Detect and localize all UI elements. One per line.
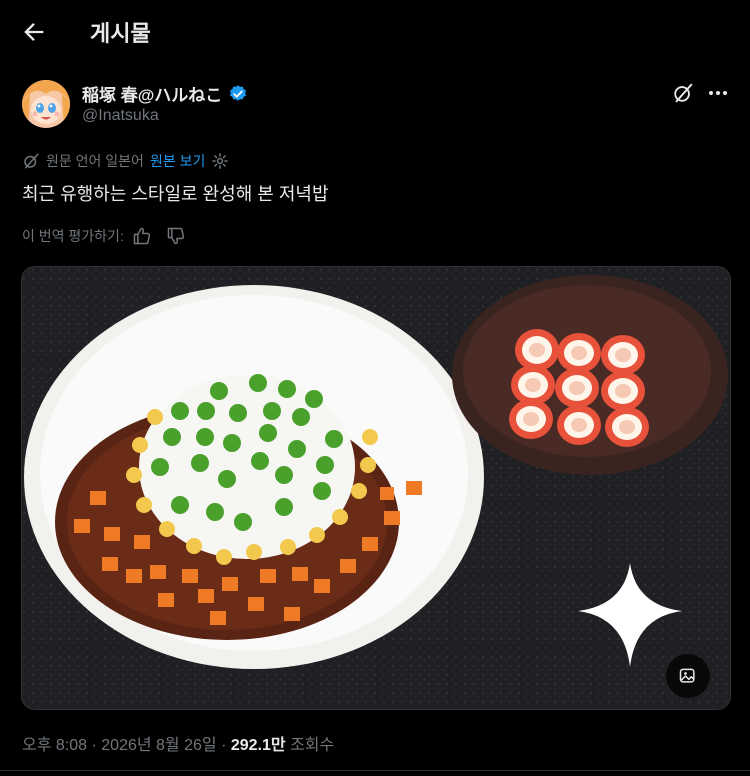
more-horizontal-icon — [709, 91, 727, 95]
rate-translation-row: 이 번역 평가하기: — [22, 226, 186, 246]
divider — [0, 770, 750, 771]
display-name[interactable]: 稲塚 春@ハルねこ — [82, 81, 222, 106]
author-name-row[interactable]: 稲塚 春@ハルねこ — [82, 81, 248, 106]
rate-translation-label: 이 번역 평가하기: — [22, 228, 124, 244]
grok-icon — [24, 153, 39, 169]
grok-icon — [674, 83, 693, 103]
thumbs-up-icon[interactable] — [132, 226, 152, 246]
translation-row: 원문 언어 일본어 원본 보기 — [22, 151, 229, 171]
post-image[interactable] — [21, 266, 731, 710]
post-text: 최근 유행하는 스타일로 완성해 본 저녁밥 — [22, 184, 329, 204]
translation-info: 원문 언어 일본어 — [46, 153, 144, 169]
views-label: 조회수 — [290, 737, 335, 754]
top-bar: 게시물 — [0, 0, 750, 62]
author-handle[interactable]: @Inatsuka — [82, 107, 159, 125]
image-edit-button[interactable] — [666, 654, 710, 698]
show-original-link[interactable]: 원본 보기 — [150, 151, 205, 171]
page-title: 게시물 — [90, 21, 151, 46]
verified-badge-icon — [230, 84, 247, 101]
avatar[interactable] — [22, 80, 70, 128]
post-time[interactable]: 오후 8:08 — [22, 737, 87, 754]
gear-icon[interactable] — [211, 152, 229, 170]
post-date[interactable]: 2026년 8월 26일 — [101, 737, 216, 754]
view-count: 292.1만 — [230, 737, 286, 754]
image-edit-icon — [679, 668, 695, 683]
grok-button[interactable] — [672, 82, 694, 104]
post-meta: 오후 8:08 · 2026년 8월 26일 · 292.1만 조회수 — [22, 737, 335, 754]
thumbs-down-icon[interactable] — [166, 226, 186, 246]
arrow-left-icon — [24, 23, 44, 41]
more-options-button[interactable] — [706, 82, 730, 104]
back-button[interactable] — [20, 18, 48, 46]
